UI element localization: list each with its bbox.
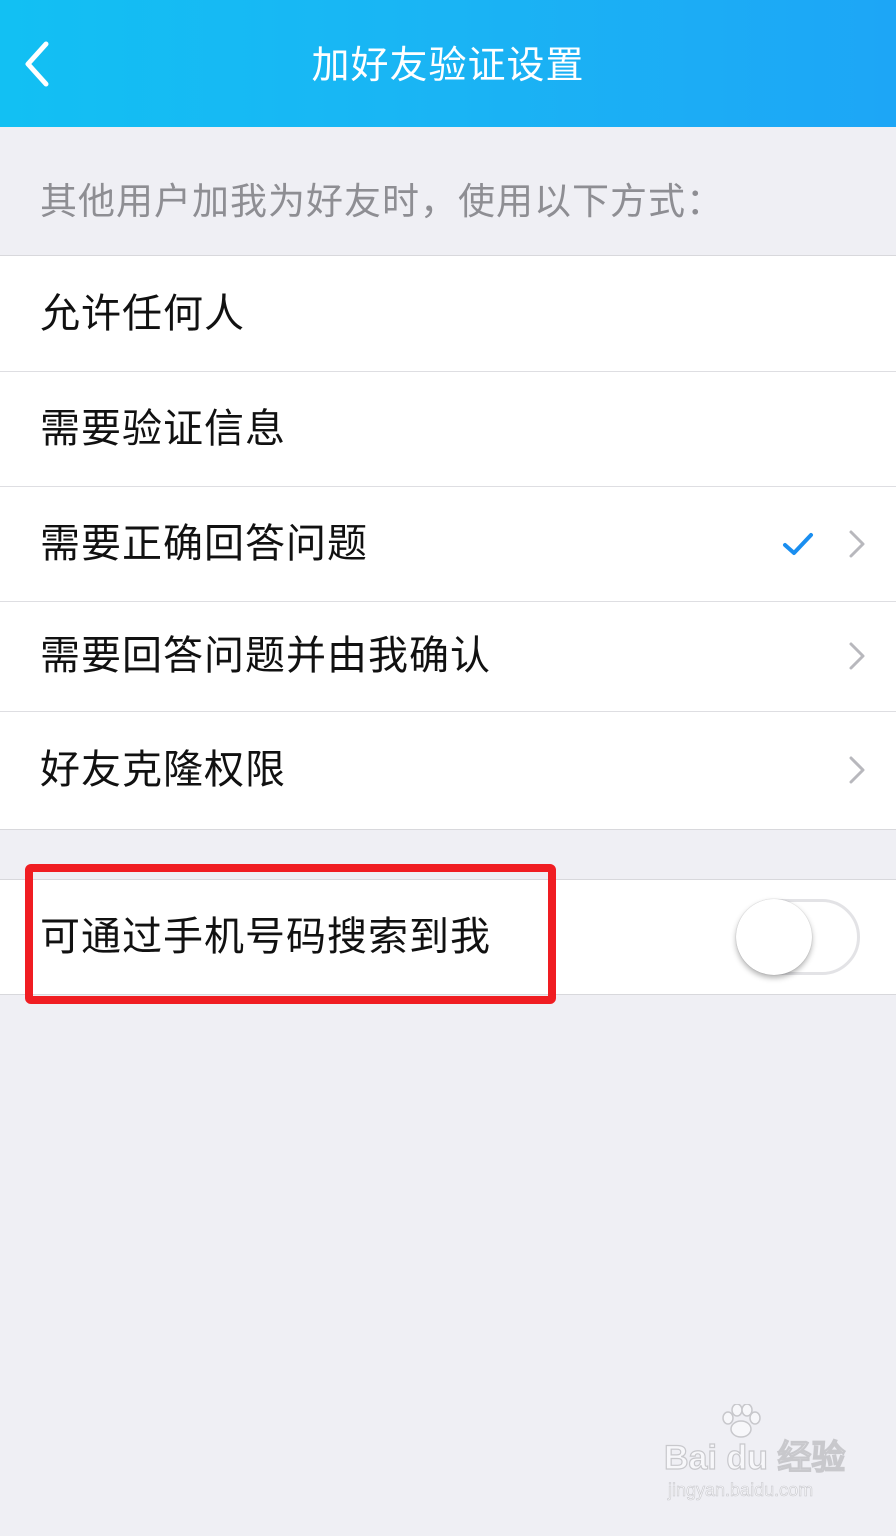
chevron-right-icon (849, 530, 865, 557)
checkmark-icon (783, 532, 813, 555)
option-label: 好友克隆权限 (40, 747, 286, 793)
phone-search-toggle[interactable] (736, 899, 860, 975)
option-label: 需要正确回答问题 (40, 520, 368, 567)
chevron-right-icon (849, 756, 865, 784)
option-label: 允许任何人 (40, 290, 245, 337)
phone-search-group: 可通过手机号码搜索到我 (0, 879, 896, 995)
watermark-url: jingyan.baidu.com (668, 1480, 814, 1501)
option-require-verification-message[interactable]: 需要验证信息 (0, 371, 896, 486)
baidu-jingyan-watermark: Bai du 经验 jingyan.baidu.com (663, 1404, 854, 1514)
option-allow-anyone[interactable]: 允许任何人 (0, 256, 896, 371)
option-label: 需要回答问题并由我确认 (40, 633, 491, 679)
chevron-right-icon (849, 642, 865, 670)
option-require-correct-answer[interactable]: 需要正确回答问题 (0, 486, 896, 601)
toggle-knob (736, 899, 812, 975)
option-label: 需要验证信息 (40, 405, 286, 452)
baidu-paw-icon (722, 1404, 761, 1438)
phone-search-row[interactable]: 可通过手机号码搜索到我 (0, 880, 896, 994)
phone-search-label: 可通过手机号码搜索到我 (40, 914, 491, 960)
watermark-brand: Bai du 经验 (663, 1438, 846, 1477)
section-caption: 其他用户加我为好友时，使用以下方式： (40, 180, 724, 223)
nav-bar: 加好友验证设置 (0, 0, 896, 127)
option-answer-and-confirm[interactable]: 需要回答问题并由我确认 (0, 601, 896, 711)
verification-options-list: 允许任何人 需要验证信息 需要正确回答问题 需要回答问题并由我确认 好友克隆权限 (0, 255, 896, 830)
option-friend-clone-permission[interactable]: 好友克隆权限 (0, 711, 896, 829)
page-title: 加好友验证设置 (311, 43, 585, 87)
